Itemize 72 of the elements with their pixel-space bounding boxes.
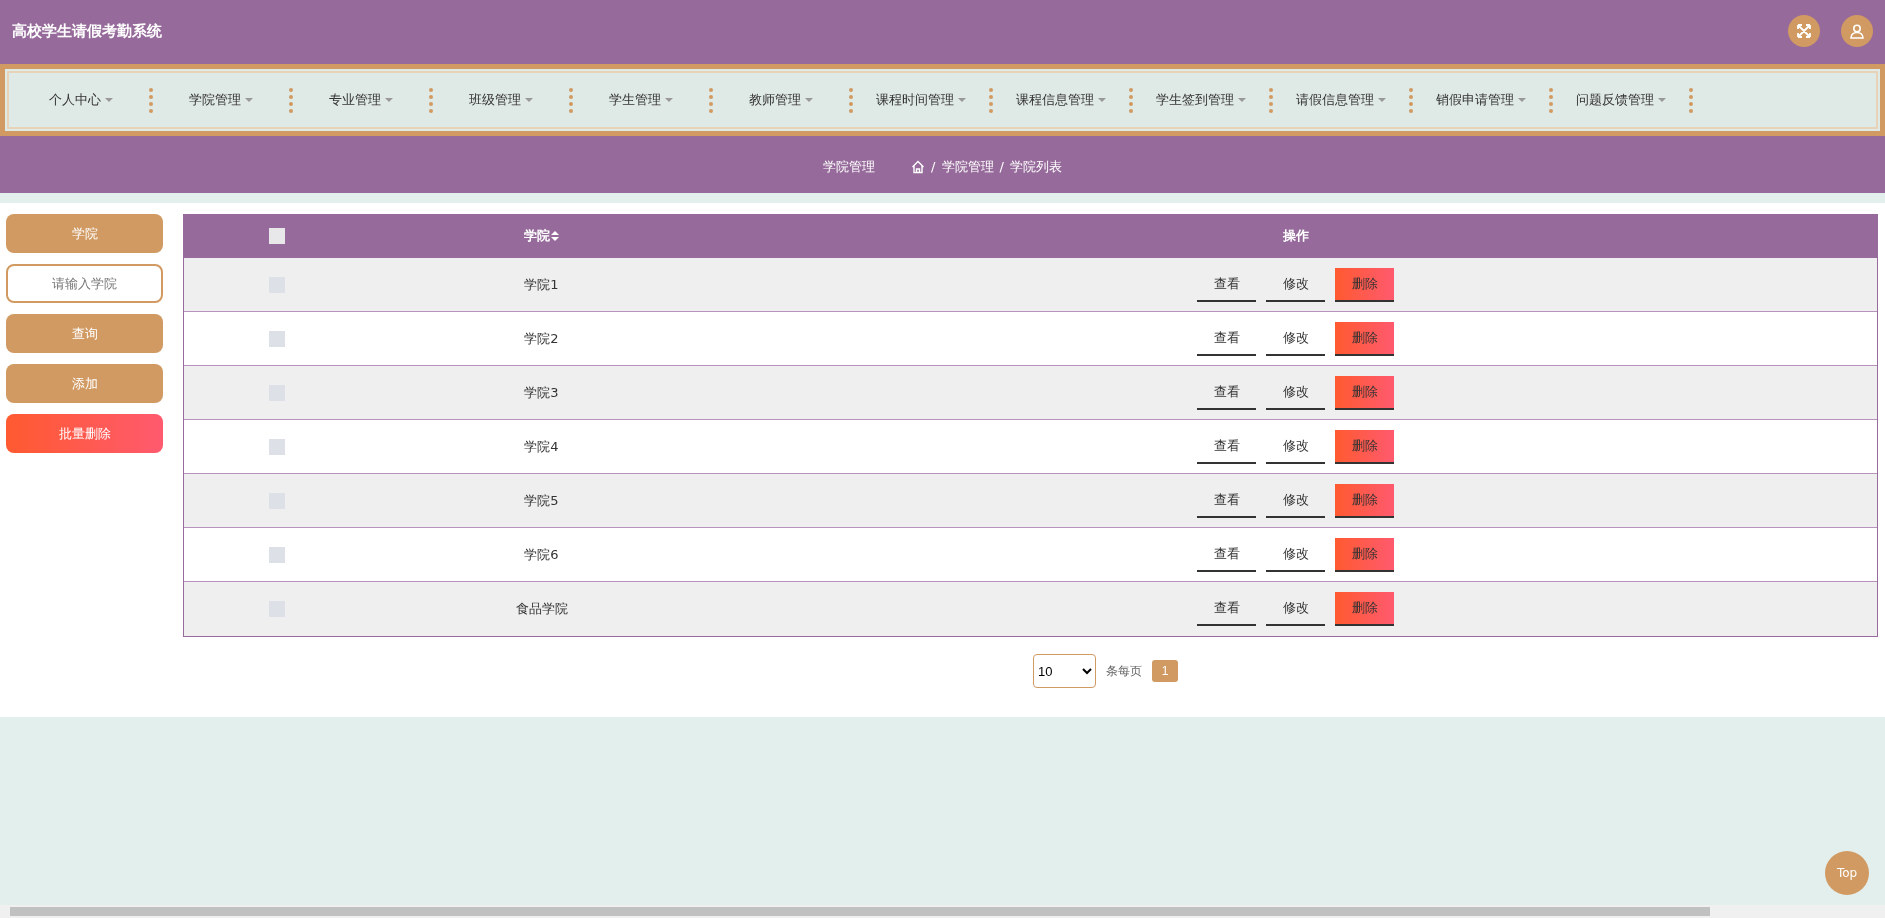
dots-divider-icon bbox=[569, 87, 573, 113]
page-title: 学院管理 bbox=[823, 157, 876, 176]
nav-menu-item[interactable]: 学生管理 bbox=[581, 91, 701, 109]
delete-button[interactable]: 删除 bbox=[1335, 321, 1394, 356]
nav-menu-item[interactable]: 个人中心 bbox=[21, 91, 141, 109]
table-cell: 学院1 bbox=[524, 275, 559, 294]
app-title: 高校学生请假考勤系统 bbox=[12, 21, 162, 41]
dots-divider-icon bbox=[289, 87, 293, 113]
table-cell: 学院2 bbox=[524, 329, 559, 348]
column-header: 操作 bbox=[1282, 227, 1309, 245]
dots-divider-icon bbox=[1689, 87, 1693, 113]
action-button[interactable]: 查看 bbox=[1197, 537, 1256, 572]
delete-button[interactable]: 删除 bbox=[1335, 267, 1394, 302]
table-cell: 食品学院 bbox=[515, 600, 568, 618]
table-cell: 学院4 bbox=[524, 437, 559, 456]
dots-divider-icon bbox=[1549, 87, 1553, 113]
nav-menu-item[interactable]: 教师管理 bbox=[721, 91, 841, 109]
search-label: 学院 bbox=[6, 214, 163, 253]
nav-menu-item[interactable]: 课程时间管理 bbox=[861, 91, 981, 109]
delete-button[interactable]: 删除 bbox=[1335, 592, 1394, 626]
action-button[interactable]: 查看 bbox=[1197, 375, 1256, 410]
action-button[interactable]: 查看 bbox=[1197, 429, 1256, 464]
dots-divider-icon bbox=[709, 87, 713, 113]
dots-divider-icon bbox=[149, 87, 153, 113]
action-button[interactable]: 修改 bbox=[1266, 429, 1325, 464]
dots-divider-icon bbox=[849, 87, 853, 113]
dots-divider-icon bbox=[1129, 87, 1133, 113]
action-button[interactable]: 查看 bbox=[1197, 321, 1256, 356]
delete-button[interactable]: 删除 bbox=[1335, 375, 1394, 410]
dots-divider-icon bbox=[429, 87, 433, 113]
nav-menu-item[interactable]: 课程信息管理 bbox=[1001, 91, 1121, 109]
nav-menu-item[interactable]: 学生签到管理 bbox=[1141, 91, 1261, 109]
action-button[interactable]: 修改 bbox=[1266, 321, 1325, 356]
nav-menu-item[interactable]: 请假信息管理 bbox=[1281, 91, 1401, 109]
action-button[interactable]: 查看 bbox=[1197, 483, 1256, 518]
page-size-label: 条每页 bbox=[1106, 662, 1142, 680]
dots-divider-icon bbox=[1269, 87, 1273, 113]
action-button[interactable]: 修改 bbox=[1266, 375, 1325, 410]
action-button[interactable]: 修改 bbox=[1266, 483, 1325, 518]
breadcrumb-link[interactable]: 学院管理 bbox=[941, 157, 994, 176]
nav-menu-item[interactable]: 学院管理 bbox=[161, 91, 281, 109]
table-cell: 学院3 bbox=[524, 383, 559, 402]
nav-menu-item[interactable]: 销假申请管理 bbox=[1421, 91, 1541, 109]
delete-button[interactable]: 删除 bbox=[1335, 429, 1394, 464]
row-checkbox[interactable] bbox=[268, 330, 285, 347]
home-icon[interactable] bbox=[911, 159, 926, 174]
breadcrumb-separator: / bbox=[931, 159, 936, 174]
user-icon[interactable] bbox=[1841, 15, 1873, 47]
select-all-checkbox[interactable] bbox=[268, 228, 285, 244]
sort-icon[interactable] bbox=[551, 231, 559, 241]
column-header[interactable]: 学院 bbox=[524, 227, 559, 245]
nav-menu-item[interactable]: 班级管理 bbox=[441, 91, 561, 109]
fullscreen-icon[interactable] bbox=[1788, 15, 1820, 47]
dots-divider-icon bbox=[989, 87, 993, 113]
breadcrumb-separator: / bbox=[999, 159, 1004, 174]
table-cell: 学院5 bbox=[524, 491, 559, 510]
dots-divider-icon bbox=[1409, 87, 1413, 113]
search-field[interactable]: 请输入学院 bbox=[6, 264, 163, 303]
action-button[interactable]: 修改 bbox=[1266, 537, 1325, 572]
table-cell: 学院6 bbox=[524, 545, 559, 564]
delete-button[interactable]: 删除 bbox=[1335, 537, 1394, 572]
row-checkbox[interactable] bbox=[268, 546, 285, 563]
row-checkbox[interactable] bbox=[268, 438, 285, 455]
action-button[interactable]: 修改 bbox=[1266, 592, 1325, 626]
page-size-select[interactable]: 10 bbox=[1033, 654, 1096, 688]
delete-button[interactable]: 删除 bbox=[1335, 483, 1394, 518]
action-button[interactable]: 修改 bbox=[1266, 267, 1325, 302]
nav-menu-item[interactable]: 专业管理 bbox=[301, 91, 421, 109]
action-button[interactable]: 查看 bbox=[1197, 267, 1256, 302]
action-button[interactable]: 查看 bbox=[1197, 592, 1256, 626]
nav-menu-item[interactable]: 问题反馈管理 bbox=[1561, 91, 1681, 109]
horizontal-scrollbar[interactable] bbox=[0, 905, 1885, 918]
